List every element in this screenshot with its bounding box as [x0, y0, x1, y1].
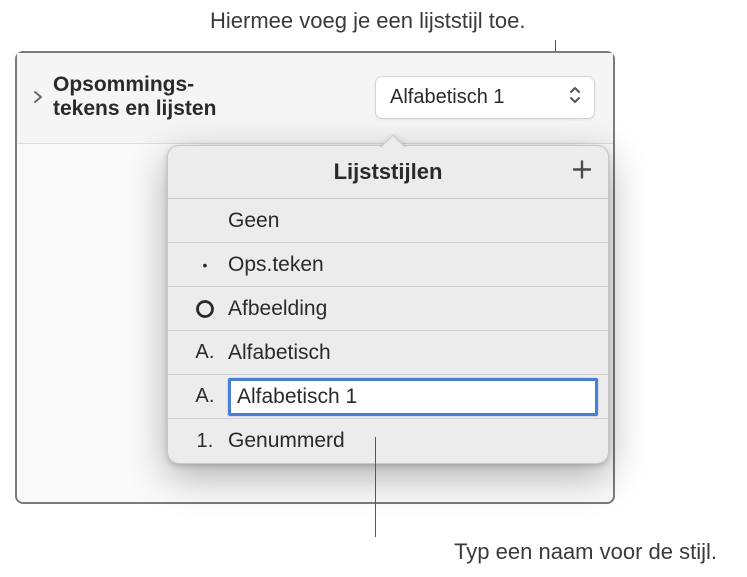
- list-item-label: Ops.teken: [228, 253, 594, 277]
- popover-header: Lijststijlen: [168, 146, 608, 199]
- style-name-input[interactable]: [228, 378, 598, 416]
- popover-list: Geen • Ops.teken Afbeelding A. Alfabetis…: [168, 199, 608, 463]
- letter-marker-icon: A.: [182, 385, 228, 408]
- list-item-label: Genummerd: [228, 429, 594, 453]
- list-item-label: Geen: [228, 209, 594, 233]
- list-item-numbered[interactable]: 1. Genummerd: [168, 419, 608, 463]
- inspector-panel: Opsommings- tekens en lijsten Alfabetisc…: [15, 51, 615, 504]
- list-item-label: Alfabetisch: [228, 341, 594, 365]
- letter-marker-icon: A.: [182, 341, 228, 364]
- list-item-label: Afbeelding: [228, 297, 594, 321]
- dropdown-value: Alfabetisch 1: [390, 86, 505, 109]
- callout-line-bottom: [375, 437, 376, 537]
- list-style-dropdown[interactable]: Alfabetisch 1: [375, 76, 595, 119]
- callout-type-name: Typ een naam voor de stijl.: [454, 539, 717, 565]
- image-circle-icon: [182, 299, 228, 319]
- number-marker-icon: 1.: [182, 430, 228, 453]
- bullets-lists-label: Opsommings- tekens en lijsten: [53, 73, 253, 121]
- bullets-lists-row[interactable]: Opsommings- tekens en lijsten Alfabetisc…: [17, 53, 613, 144]
- popover-arrow: [378, 133, 406, 147]
- bullet-icon: •: [182, 257, 228, 273]
- list-item-bullet[interactable]: • Ops.teken: [168, 243, 608, 287]
- chevrons-updown-icon: [566, 84, 584, 111]
- callout-add-style: Hiermee voeg je een lijststijl toe.: [210, 8, 525, 34]
- add-style-button[interactable]: [570, 158, 594, 187]
- list-item-none[interactable]: Geen: [168, 199, 608, 243]
- list-item-image[interactable]: Afbeelding: [168, 287, 608, 331]
- chevron-right-icon: [31, 90, 45, 104]
- list-item-alphabetic[interactable]: A. Alfabetisch: [168, 331, 608, 375]
- list-item-editing[interactable]: A.: [168, 375, 608, 419]
- list-styles-popover: Lijststijlen Geen • Ops.teken: [167, 145, 609, 464]
- popover-title: Lijststijlen: [334, 159, 443, 185]
